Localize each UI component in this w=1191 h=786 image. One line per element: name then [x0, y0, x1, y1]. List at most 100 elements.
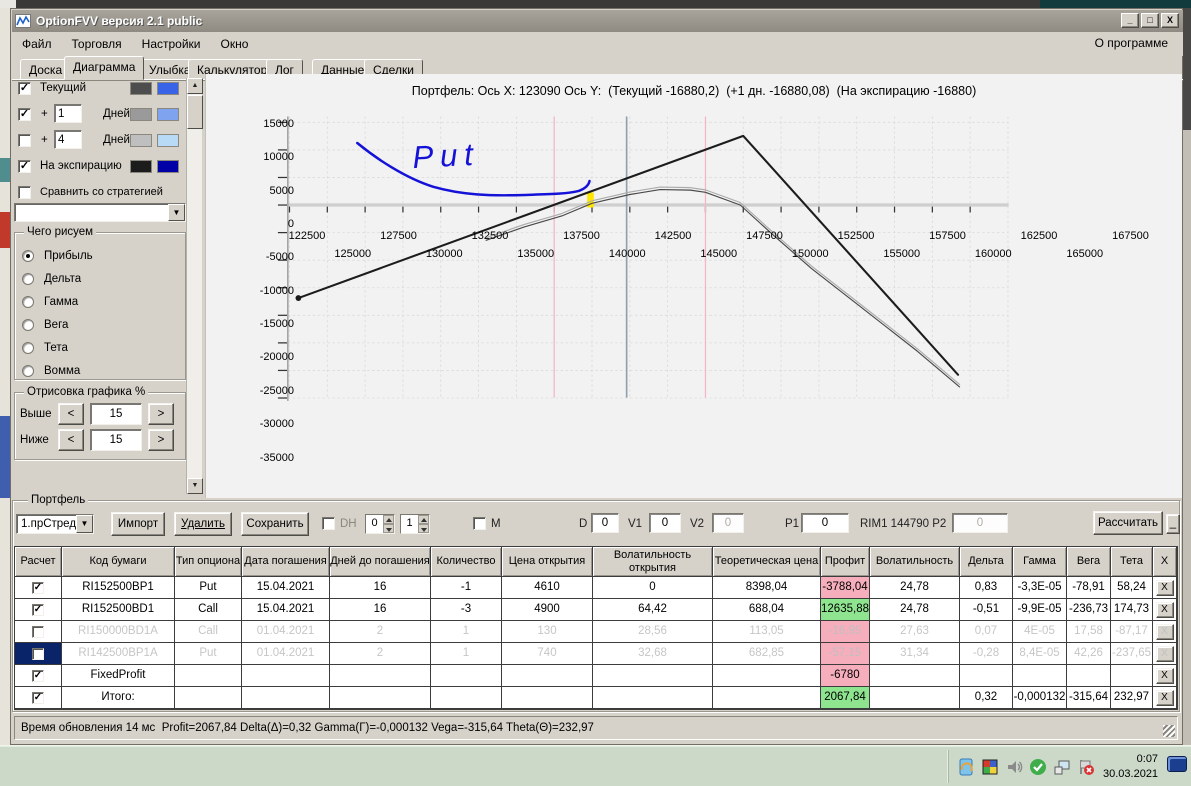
table-cell[interactable]: 15.04.2021	[242, 599, 330, 621]
delete-row-button[interactable]: X	[1155, 667, 1174, 684]
radio-icon[interactable]	[22, 341, 34, 354]
table-cell[interactable]	[1067, 665, 1111, 687]
show-desktop-button[interactable]	[1167, 756, 1187, 772]
table-cell[interactable]: 2067,84	[821, 687, 870, 709]
table-cell[interactable]	[330, 665, 431, 687]
table-cell[interactable]: 740	[502, 643, 593, 665]
table-cell[interactable]: 12635,88	[821, 599, 870, 621]
table-cell[interactable]: 42,26	[1067, 643, 1111, 665]
table-cell[interactable]	[1111, 665, 1153, 687]
update-icon[interactable]	[957, 758, 975, 776]
radio-icon[interactable]	[22, 272, 34, 285]
table-cell[interactable]	[330, 687, 431, 709]
table-cell[interactable]: -3,3E-05	[1013, 577, 1067, 599]
table-cell[interactable]	[431, 687, 502, 709]
menu-settings[interactable]: Настройки	[132, 34, 211, 54]
row-calc-cell[interactable]	[15, 665, 62, 687]
column-header[interactable]: Тип опциона	[175, 547, 242, 577]
spin-down-icon[interactable]	[383, 524, 394, 533]
table-cell[interactable]: 28,56	[593, 621, 713, 643]
table-cell[interactable]: -237,65	[1111, 643, 1153, 665]
volume-icon[interactable]	[1005, 758, 1023, 776]
table-row[interactable]: RI152500BP1Put15.04.202116-1461008398,04…	[15, 577, 1177, 599]
portfolio-preset-dropdown[interactable]: 1.прСтредл ▼	[16, 514, 94, 534]
table-cell[interactable]: 0,07	[960, 621, 1013, 643]
table-cell[interactable]: 17,58	[1067, 621, 1111, 643]
input-plus1-days[interactable]	[54, 104, 82, 123]
table-cell[interactable]	[593, 665, 713, 687]
table-cell[interactable]: -87,17	[1111, 621, 1153, 643]
column-header[interactable]: Вега	[1067, 547, 1111, 577]
table-cell[interactable]	[713, 687, 821, 709]
table-cell[interactable]: -57,15	[821, 643, 870, 665]
taskbar[interactable]: 0:07 30.03.2021	[0, 745, 1191, 786]
flag-error-icon[interactable]	[1077, 758, 1095, 776]
table-cell[interactable]	[593, 687, 713, 709]
table-cell[interactable]	[713, 665, 821, 687]
maximize-button[interactable]: □	[1141, 13, 1159, 28]
checkbox-plus1-days[interactable]	[18, 108, 31, 121]
delete-row-button[interactable]: X	[1155, 645, 1174, 662]
table-row[interactable]: FixedProfit -6780 X	[15, 665, 1177, 687]
table-cell[interactable]: 688,04	[713, 599, 821, 621]
table-cell[interactable]	[175, 665, 242, 687]
column-header[interactable]: Цена открытия	[502, 547, 593, 577]
checkbox-plus4-days[interactable]	[18, 134, 31, 147]
below-decrement-button[interactable]: <	[58, 429, 84, 451]
table-cell[interactable]: 0,83	[960, 577, 1013, 599]
table-cell[interactable]: 0	[593, 577, 713, 599]
menu-about[interactable]: О программе	[1095, 36, 1168, 50]
spin-down-icon[interactable]	[418, 524, 429, 533]
row-calc-cell[interactable]	[15, 687, 62, 709]
table-cell[interactable]: 24,78	[870, 599, 960, 621]
antivirus-check-icon[interactable]	[1029, 758, 1047, 776]
profit-chart[interactable]: Put	[206, 74, 1183, 498]
row-checkbox[interactable]	[32, 691, 44, 704]
below-increment-button[interactable]: >	[148, 429, 174, 451]
table-cell[interactable]: -0,28	[960, 643, 1013, 665]
column-header[interactable]: Расчет	[15, 547, 62, 577]
table-cell[interactable]: 4610	[502, 577, 593, 599]
table-cell[interactable]: 64,42	[593, 599, 713, 621]
close-button[interactable]: X	[1161, 13, 1179, 28]
table-cell[interactable]: 31,34	[870, 643, 960, 665]
table-cell[interactable]: -3788,04	[821, 577, 870, 599]
table-cell[interactable]: -315,64	[1067, 687, 1111, 709]
above-value-field[interactable]	[90, 403, 142, 425]
delete-button[interactable]: Удалить	[174, 512, 232, 536]
dh-checkbox[interactable]	[322, 517, 335, 530]
above-decrement-button[interactable]: <	[58, 403, 84, 425]
title-bar[interactable]: OptionFVV версия 2.1 public _ □ X	[12, 10, 1183, 32]
table-cell[interactable]	[960, 665, 1013, 687]
table-cell[interactable]: 24,78	[870, 577, 960, 599]
column-header[interactable]: Код бумаги	[62, 547, 175, 577]
table-cell[interactable]: -0,51	[960, 599, 1013, 621]
table-cell[interactable]: 58,24	[1111, 577, 1153, 599]
table-cell[interactable]	[870, 687, 960, 709]
radio-option-2[interactable]: Дельта	[22, 267, 178, 290]
table-cell[interactable]: 16	[330, 577, 431, 599]
radio-option-4[interactable]: Вега	[22, 313, 178, 336]
table-cell[interactable]: 27,63	[870, 621, 960, 643]
table-cell[interactable]	[870, 665, 960, 687]
table-row[interactable]: RI142500BP1A Put 01.04.2021 2 1 740 32,68 682,8…	[15, 643, 1177, 665]
table-cell[interactable]: 232,97	[1111, 687, 1153, 709]
left-panel-scrollbar[interactable]: ▲ ▼	[186, 78, 203, 494]
table-cell[interactable]	[1013, 665, 1067, 687]
table-cell[interactable]: RI150000BD1A	[62, 621, 175, 643]
input-plus4-days[interactable]	[54, 130, 82, 149]
table-cell[interactable]: 682,85	[713, 643, 821, 665]
table-cell[interactable]: Call	[175, 621, 242, 643]
delete-row-button[interactable]: X	[1155, 623, 1174, 640]
table-cell[interactable]: RI152500BD1	[62, 599, 175, 621]
chevron-down-icon[interactable]: ▼	[168, 204, 185, 221]
table-cell[interactable]: RI142500BP1A	[62, 643, 175, 665]
table-cell[interactable]: -3	[431, 599, 502, 621]
radio-icon[interactable]	[22, 364, 34, 377]
table-cell[interactable]	[502, 687, 593, 709]
column-header[interactable]: X	[1153, 547, 1177, 577]
table-cell[interactable]: 01.04.2021	[242, 643, 330, 665]
above-increment-button[interactable]: >	[148, 403, 174, 425]
delete-row-button[interactable]: X	[1155, 601, 1174, 618]
row-checkbox[interactable]	[32, 669, 44, 682]
